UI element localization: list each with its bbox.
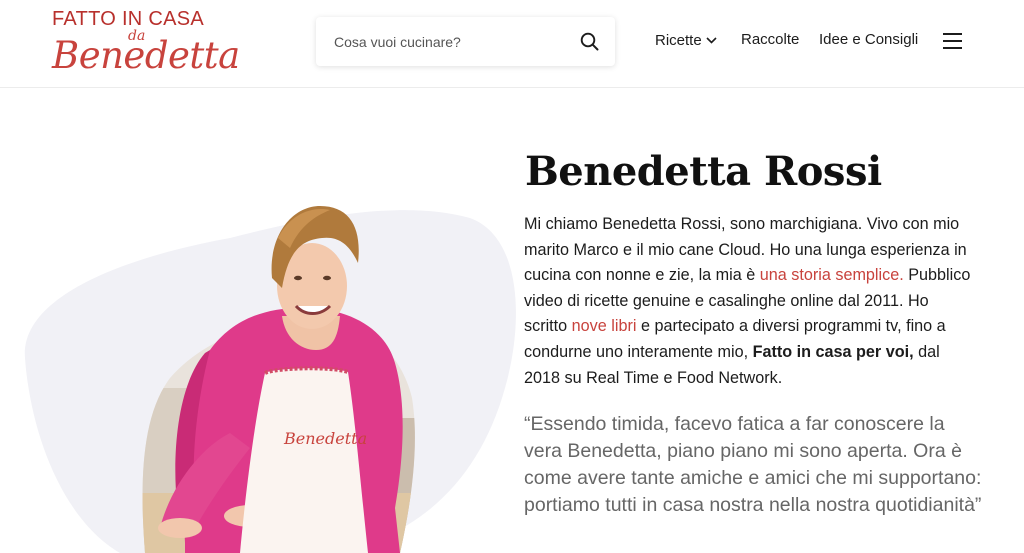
nav-item-label: Idee e Consigli — [819, 31, 919, 48]
nav-item-idee-e-consigli[interactable]: Idee e Consigli — [819, 31, 918, 48]
site-logo[interactable]: FATTO IN CASA da Benedetta — [52, 8, 240, 80]
logo-script-text: Benedetta — [52, 34, 240, 77]
author-quote: “Essendo timida, facevo fatica a far con… — [524, 413, 982, 516]
author-photo-area: Benedetta — [0, 88, 520, 553]
hamburger-icon[interactable] — [943, 33, 963, 49]
site-header: FATTO IN CASA da Benedetta Ricette Racco… — [0, 0, 1024, 88]
apron-text: Benedetta — [283, 429, 367, 448]
search-icon[interactable] — [579, 31, 601, 53]
show-title: Fatto in casa per voi, — [752, 342, 914, 361]
nav-item-ricette[interactable]: Ricette — [655, 31, 717, 49]
nav-item-raccolte[interactable]: Raccolte — [741, 31, 799, 48]
nove-libri-link[interactable]: nove libri — [572, 317, 637, 335]
storia-semplice-link[interactable]: una storia semplice. — [760, 266, 904, 284]
nav-item-label: Ricette — [655, 32, 702, 49]
search-box — [316, 17, 615, 66]
search-input[interactable] — [316, 17, 571, 66]
author-photo: Benedetta — [24, 206, 516, 553]
page-title: Benedetta Rossi — [525, 148, 882, 195]
nav-item-label: Raccolte — [741, 31, 800, 48]
author-bio: Mi chiamo Benedetta Rossi, sono marchigi… — [524, 212, 974, 391]
chevron-down-icon — [706, 31, 717, 48]
